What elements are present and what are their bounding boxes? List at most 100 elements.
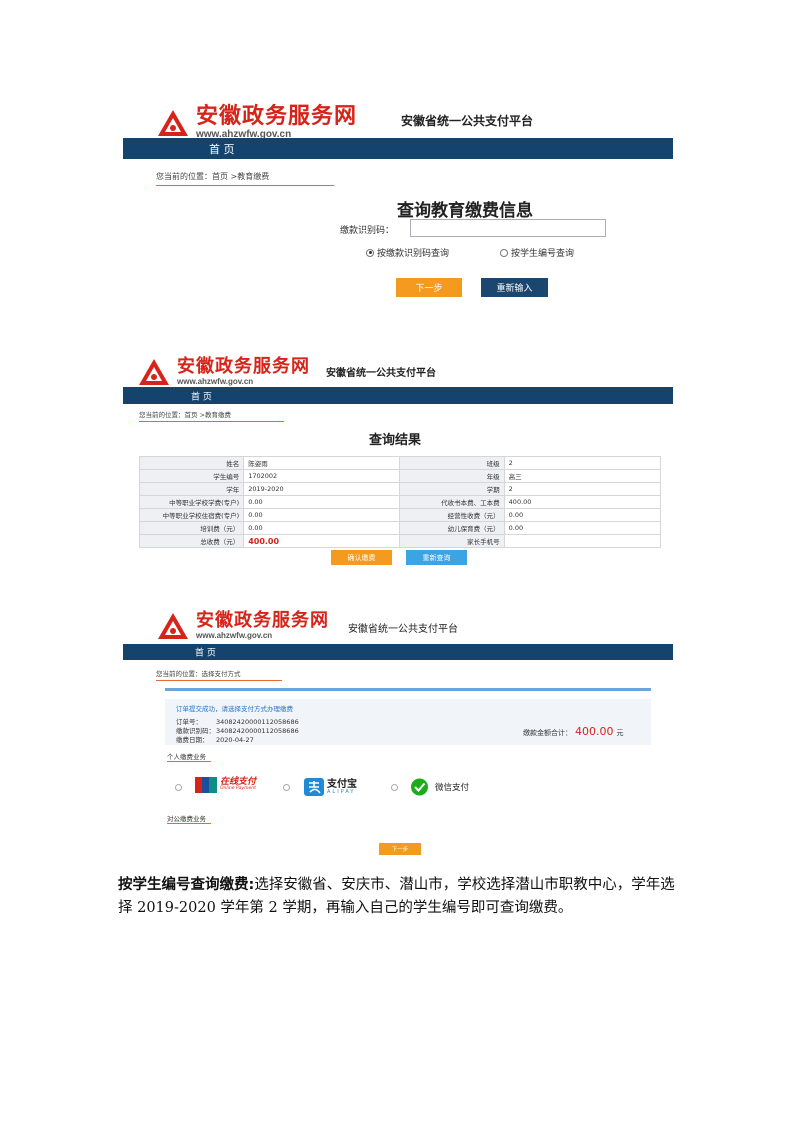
nav-home[interactable]: 首 页	[195, 646, 216, 659]
alipay-radio[interactable]	[283, 784, 290, 791]
breadcrumb-underline	[139, 421, 284, 422]
nav-home[interactable]: 首 页	[209, 141, 235, 157]
cell-label: 经营性收费（元）	[399, 508, 505, 522]
cell-value: 陈姿雨	[243, 456, 401, 470]
page-title: 查询教育缴费信息	[397, 201, 533, 221]
cell-value: 高三	[503, 469, 662, 483]
platform-title: 安徽省统一公共支付平台	[326, 368, 436, 379]
query-screenshot: 安徽政务服务网 www.ahzwfw.gov.cn 安徽省统一公共支付平台 首 …	[123, 96, 673, 311]
cell-label: 学生编号	[138, 469, 245, 483]
cell-label: 总收费（元）	[138, 534, 245, 548]
instruction-text: 按学生编号查询缴费:选择安徽省、安庆市、潜山市，学校选择潜山市职教中心，学年选择…	[118, 874, 678, 920]
section-top-border	[165, 688, 651, 691]
emblem-icon	[139, 359, 169, 385]
next-button[interactable]: 下一步	[379, 843, 421, 855]
emblem-icon	[158, 110, 188, 136]
cell-value: 0.00	[243, 521, 401, 535]
personal-section-label: 个人缴费业务	[167, 753, 206, 761]
wechat-radio[interactable]	[391, 784, 398, 791]
table-row: 中等职业学校学费(专户) 0.00 代收书本费、工本费 400.00	[138, 495, 662, 509]
cell-label: 年级	[399, 469, 505, 483]
cell-value: 400.00	[503, 495, 662, 509]
nav-home[interactable]: 首 页	[191, 389, 212, 402]
order-info-box: 订单提交成功，请选择支付方式办理缴费 订单号： 34082420000112058…	[165, 699, 651, 745]
table-row: 培训费（元） 0.00 幼儿保育费（元） 0.00	[138, 521, 662, 535]
nav-bar: 首 页	[123, 644, 673, 660]
alipay-icon	[304, 778, 324, 796]
success-message: 订单提交成功，请选择支付方式办理缴费	[176, 705, 293, 713]
alipay-label: 支付宝	[327, 778, 357, 790]
cell-label: 培训费（元）	[138, 521, 245, 535]
logo-title: 安徽政务服务网	[177, 356, 310, 377]
confirm-pay-button[interactable]: 确认缴费	[331, 550, 392, 565]
breadcrumb-underline	[156, 680, 282, 681]
logo-title: 安徽政务服务网	[196, 104, 358, 129]
cell-label: 代收书本费、工本费	[399, 495, 505, 509]
pay-date-row: 缴费日期： 2020-04-27	[176, 736, 254, 744]
result-table: 姓名 陈姿雨 班级 2 学生编号 1702002 年级 高三 学年 2019-2020 学期 2 中等职…	[138, 456, 662, 548]
cell-value: 2	[503, 456, 662, 470]
cell-value: 2	[503, 482, 662, 496]
corporate-section-underline	[167, 823, 211, 824]
nav-bar: 首 页	[123, 387, 673, 404]
nav-bar: 首 页	[123, 138, 673, 159]
cell-label: 中等职业学校学费(专户)	[138, 495, 245, 509]
cell-label: 姓名	[138, 456, 245, 470]
platform-title: 安徽省统一公共支付平台	[401, 114, 534, 128]
cell-value: 2019-2020	[243, 482, 401, 496]
code-input[interactable]	[410, 219, 606, 237]
cell-label: 家长手机号	[399, 534, 505, 548]
cell-value	[503, 534, 662, 548]
alipay-option[interactable]: 支付宝 ALIPAY	[304, 778, 357, 796]
code-label: 缴款识别码：	[340, 226, 395, 236]
result-screenshot: 安徽政务服务网 www.ahzwfw.gov.cn 安徽省统一公共支付平台 首 …	[123, 352, 673, 577]
unionpay-option[interactable]: 在线支付 Online Payment	[195, 777, 256, 793]
pay-screenshot: 安徽政务服务网 www.ahzwfw.gov.cn 安徽省统一公共支付平台 首 …	[123, 606, 673, 862]
unionpay-radio[interactable]	[175, 784, 182, 791]
breadcrumb: 您当前的位置：选择支付方式	[156, 670, 241, 678]
cell-label: 学期	[399, 482, 505, 496]
site-logo[interactable]: 安徽政务服务网 www.ahzwfw.gov.cn	[156, 106, 357, 140]
cell-value: 0.00	[503, 521, 662, 535]
cell-value: 0.00	[243, 508, 401, 522]
cell-label: 班级	[399, 456, 505, 470]
next-button[interactable]: 下一步	[396, 278, 462, 297]
cell-value: 0.00	[243, 495, 401, 509]
instruction-lead: 按学生编号查询缴费:	[118, 877, 255, 893]
personal-section-underline	[167, 761, 211, 762]
unionpay-sublabel: Online Payment	[220, 786, 256, 792]
wechat-option[interactable]: 微信支付	[410, 778, 469, 796]
radio-checked-icon	[366, 248, 374, 257]
alipay-sublabel: ALIPAY	[327, 788, 356, 795]
cell-value: 400.00	[243, 534, 401, 548]
site-logo[interactable]: 安徽政务服务网 www.ahzwfw.gov.cn	[156, 611, 329, 641]
radio-by-student[interactable]: 按学生编号查询	[500, 246, 574, 259]
cell-label: 中等职业学校住宿费(专户)	[138, 508, 245, 522]
radio-by-code[interactable]: 按缴款识别码查询	[366, 246, 449, 259]
table-row: 中等职业学校住宿费(专户) 0.00 经营性收费（元） 0.00	[138, 508, 662, 522]
breadcrumb: 您当前的位置：首页 >教育缴费	[139, 411, 232, 419]
table-row: 总收费（元） 400.00 家长手机号	[138, 534, 662, 548]
cell-label: 学年	[138, 482, 245, 496]
table-row: 学年 2019-2020 学期 2	[138, 482, 662, 496]
reset-button[interactable]: 重新输入	[481, 278, 548, 297]
breadcrumb-underline	[156, 185, 334, 186]
emblem-icon	[158, 613, 188, 639]
logo-url: www.ahzwfw.gov.cn	[196, 631, 273, 640]
table-row: 姓名 陈姿雨 班级 2	[138, 456, 662, 470]
breadcrumb: 您当前的位置：首页 >教育缴费	[156, 172, 270, 181]
logo-url: www.ahzwfw.gov.cn	[177, 377, 254, 386]
requery-button[interactable]: 重新查询	[406, 550, 467, 565]
total-amount-value: 400.00	[575, 725, 614, 738]
radio-unchecked-icon	[500, 248, 508, 257]
site-logo[interactable]: 安徽政务服务网 www.ahzwfw.gov.cn	[137, 357, 310, 387]
cell-value: 1702002	[243, 469, 401, 483]
result-title: 查询结果	[369, 433, 422, 448]
platform-title: 安徽省统一公共支付平台	[348, 624, 458, 635]
cell-value: 0.00	[503, 508, 662, 522]
table-row: 学生编号 1702002 年级 高三	[138, 469, 662, 483]
cell-label: 幼儿保育费（元）	[399, 521, 505, 535]
wechat-pay-icon	[411, 778, 428, 796]
unionpay-icon	[195, 777, 217, 793]
wechat-pay-label: 微信支付	[435, 783, 470, 793]
